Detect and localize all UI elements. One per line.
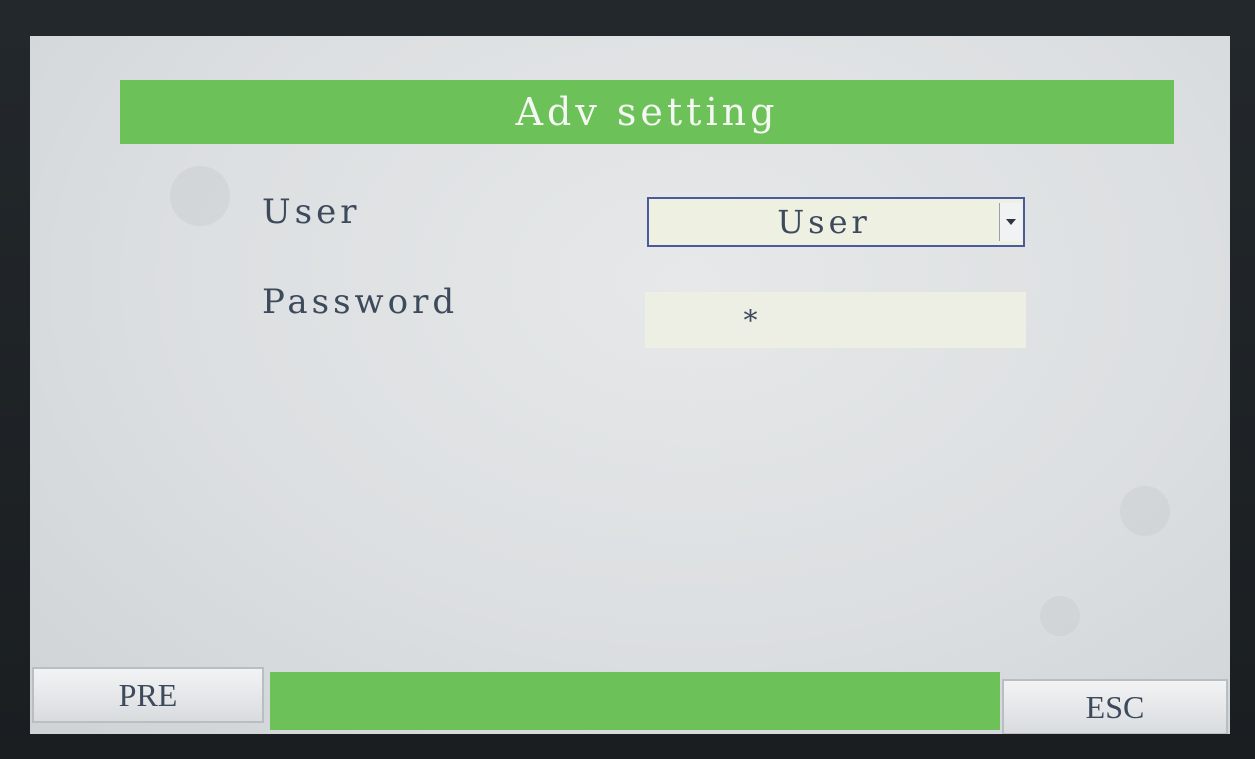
device-bezel: Adv setting User User Password * PRE ESC (0, 0, 1255, 759)
chevron-down-icon[interactable] (999, 203, 1022, 241)
password-input[interactable]: * (645, 292, 1026, 348)
user-select[interactable]: User (647, 197, 1025, 247)
screen-smudge (1040, 596, 1080, 636)
footer-bar: PRE ESC (30, 667, 1230, 734)
screen-smudge (1120, 486, 1170, 536)
user-select-value: User (777, 203, 871, 241)
hmi-screen: Adv setting User User Password * PRE ESC (30, 36, 1230, 734)
user-label: User (262, 192, 361, 232)
page-title: Adv setting (515, 90, 779, 134)
pre-button[interactable]: PRE (32, 667, 264, 723)
title-bar: Adv setting (120, 80, 1174, 144)
password-label: Password (262, 282, 459, 322)
screen-smudge (170, 166, 230, 226)
status-strip (270, 672, 1000, 730)
esc-button[interactable]: ESC (1002, 679, 1228, 734)
